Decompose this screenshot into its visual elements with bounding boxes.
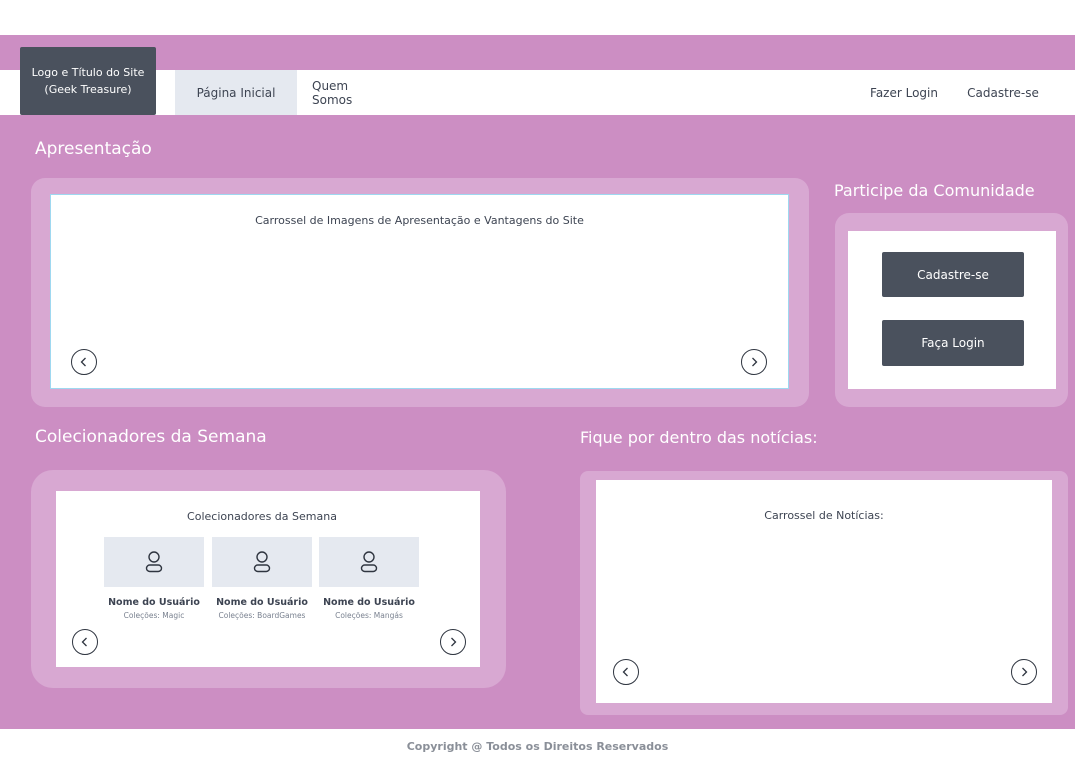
collectors-next-button[interactable] — [440, 629, 466, 655]
presentation-carousel-text: Carrossel de Imagens de Apresentação e V… — [255, 214, 584, 227]
avatar — [212, 537, 312, 587]
login-button[interactable]: Faça Login — [882, 320, 1024, 366]
collector-card[interactable]: Nome do Usuário Coleções: BoardGames — [212, 537, 312, 620]
logo-subtitle: (Geek Treasure) — [44, 83, 132, 96]
footer-copyright: Copyright @ Todos os Direitos Reservados — [406, 740, 669, 753]
collector-name: Nome do Usuário — [216, 597, 308, 608]
collector-collections: Coleções: BoardGames — [218, 611, 306, 620]
avatar — [319, 537, 419, 587]
collector-collections: Coleções: Mangás — [335, 611, 403, 620]
nav-login-link[interactable]: Fazer Login — [862, 70, 946, 115]
presentation-title: Apresentação — [35, 139, 152, 159]
presentation-prev-button[interactable] — [71, 349, 97, 375]
collector-card[interactable]: Nome do Usuário Coleções: Magic — [104, 537, 204, 620]
collectors-prev-button[interactable] — [72, 629, 98, 655]
collectors-box-title: Colecionadores da Semana — [187, 510, 337, 523]
collectors-title: Colecionadores da Semana — [35, 427, 267, 447]
header-top-band — [0, 35, 1075, 70]
collector-name: Nome do Usuário — [323, 597, 415, 608]
collector-collections: Coleções: Magic — [123, 611, 185, 620]
user-icon — [145, 551, 163, 573]
chevron-left-icon — [622, 667, 628, 677]
community-title: Participe da Comunidade — [834, 181, 1035, 200]
collector-name: Nome do Usuário — [108, 597, 200, 608]
chevron-left-icon — [81, 637, 87, 647]
news-carousel-text: Carrossel de Notícias: — [764, 509, 884, 522]
user-icon — [253, 551, 271, 573]
presentation-next-button[interactable] — [741, 349, 767, 375]
chevron-right-icon — [451, 637, 457, 647]
logo-title: Logo e Título do Site — [31, 66, 145, 79]
nav-home-link[interactable]: Página Inicial — [175, 70, 297, 115]
chevron-left-icon — [80, 357, 86, 367]
signup-button[interactable]: Cadastre-se — [882, 252, 1024, 297]
site-logo[interactable]: Logo e Título do Site (Geek Treasure) — [20, 47, 156, 115]
user-icon — [360, 551, 378, 573]
nav-about-link[interactable]: Quem Somos — [312, 70, 388, 115]
news-title: Fique por dentro das notícias: — [580, 428, 818, 447]
nav-signup-link[interactable]: Cadastre-se — [960, 70, 1046, 115]
collector-card[interactable]: Nome do Usuário Coleções: Mangás — [319, 537, 419, 620]
chevron-right-icon — [752, 357, 758, 367]
news-next-button[interactable] — [1011, 659, 1037, 685]
chevron-right-icon — [1022, 667, 1028, 677]
avatar — [104, 537, 204, 587]
news-prev-button[interactable] — [613, 659, 639, 685]
